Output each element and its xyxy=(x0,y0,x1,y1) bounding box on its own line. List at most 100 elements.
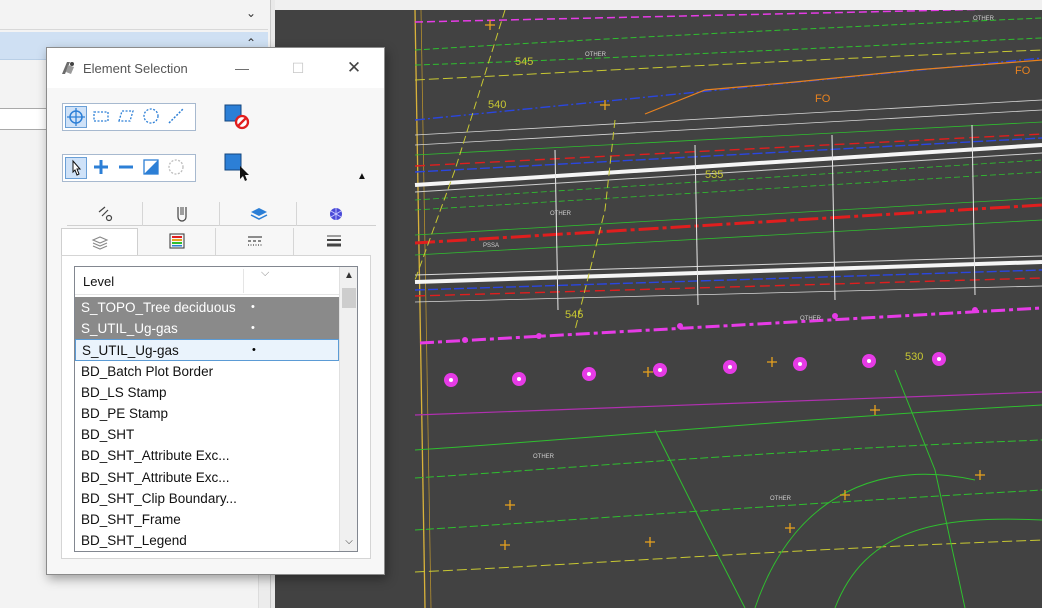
shape-method-button[interactable] xyxy=(115,106,137,128)
contour-label: 535 xyxy=(705,169,723,181)
gas-marker xyxy=(462,337,468,343)
tree-symbol-center xyxy=(449,378,453,382)
level-list-panel: Level ⌵ S_TOPO_Tree deciduous • S_UTIL_Ug-… xyxy=(61,255,371,559)
block-method-button[interactable] xyxy=(90,106,112,128)
clear-mode-button[interactable] xyxy=(165,157,187,179)
chevron-down-icon[interactable]: ⌄ xyxy=(246,6,256,20)
circle-method-button[interactable] xyxy=(140,106,162,128)
tab-line-style[interactable] xyxy=(217,228,294,255)
drawing-canvas[interactable]: 545 540 535 545 530 FO FO OTHER OTHER OT… xyxy=(275,10,1042,608)
list-rows: S_TOPO_Tree deciduous • S_UTIL_Ug-gas • S_UT… xyxy=(75,297,339,551)
element-selection-icon xyxy=(62,62,74,74)
list-item[interactable]: BD_SHT_Legend xyxy=(75,530,339,551)
list-item[interactable]: BD_Batch Plot Border xyxy=(75,361,339,382)
color-palette-icon xyxy=(169,233,185,249)
list-item[interactable]: S_UTIL_Ug-gas • xyxy=(75,339,339,361)
parcel-label: OTHER xyxy=(533,454,555,460)
tab-general[interactable] xyxy=(67,202,143,226)
list-item[interactable]: BD_PE Stamp xyxy=(75,403,339,424)
tab-symbology[interactable] xyxy=(221,202,297,226)
minimize-button[interactable]: — xyxy=(225,56,259,80)
level-column-header: Level xyxy=(83,274,115,289)
dialog-title-bar[interactable]: Element Selection — ☐ ✕ xyxy=(47,48,384,88)
scroll-thumb[interactable] xyxy=(342,288,356,308)
gas-marker xyxy=(536,333,542,339)
tree-symbol-center xyxy=(587,372,591,376)
road-edge xyxy=(414,152,1042,193)
parcel-label: OTHER xyxy=(800,316,822,322)
list-item[interactable]: S_UTIL_Ug-gas • xyxy=(75,318,339,340)
cell-icon xyxy=(176,207,187,222)
sort-chevron-icon[interactable]: ⌵ xyxy=(261,267,269,280)
tab-levels[interactable] xyxy=(61,228,138,255)
plus-icon xyxy=(94,160,108,174)
type-icon xyxy=(98,206,112,222)
gas-marker xyxy=(972,307,978,313)
invert-mode-button[interactable] xyxy=(140,157,162,179)
list-header[interactable]: Level ⌵ xyxy=(75,267,339,295)
collapse-arrow-icon[interactable]: ▲ xyxy=(357,171,367,182)
contour-label: 545 xyxy=(565,309,583,321)
individual-method-button[interactable] xyxy=(65,106,87,128)
left-panel-collapsed-section[interactable]: ⌄ xyxy=(0,0,268,30)
contour-line xyxy=(414,37,1042,66)
list-item[interactable]: BD_SHT xyxy=(75,424,339,445)
list-item[interactable]: BD_SHT_Clip Boundary... xyxy=(75,488,339,509)
road-edge xyxy=(414,143,1042,187)
list-item-indicator: • xyxy=(251,301,255,313)
list-scrollbar[interactable]: ▲ ⌵ xyxy=(339,267,357,551)
dialog-title: Element Selection xyxy=(83,61,188,76)
crosshair-icon xyxy=(67,108,85,126)
list-item-label: BD_SHT_Frame xyxy=(81,511,181,527)
tab-materials[interactable] xyxy=(298,202,374,226)
contour-label: 530 xyxy=(905,351,923,363)
tree-symbol-center xyxy=(728,365,732,369)
category-tabs xyxy=(67,202,376,226)
tab-properties[interactable] xyxy=(144,202,220,226)
clear-selection-button[interactable] xyxy=(223,103,250,130)
list-item[interactable]: BD_SHT_Frame xyxy=(75,509,339,530)
list-item[interactable]: BD_SHT_Attribute Exc... xyxy=(75,445,339,466)
contour-line xyxy=(654,429,746,608)
line-method-button[interactable] xyxy=(165,106,187,128)
edge-line xyxy=(414,99,1042,136)
magenta-line xyxy=(414,10,987,23)
parcel-label: OTHER xyxy=(770,496,792,502)
scroll-up-button[interactable]: ▲ xyxy=(340,267,357,285)
subtract-mode-button[interactable] xyxy=(115,157,137,179)
contour-line xyxy=(414,197,1042,236)
line-select-icon xyxy=(168,108,184,124)
list-item-label: BD_PE Stamp xyxy=(81,405,169,421)
tab-weight[interactable] xyxy=(295,228,372,255)
new-mode-button[interactable] xyxy=(65,157,87,179)
scroll-down-button[interactable]: ⌵ xyxy=(340,533,357,551)
contour-line xyxy=(754,473,976,608)
contour-label: 545 xyxy=(515,56,533,68)
dashed-circle-icon xyxy=(168,159,184,175)
edge-line xyxy=(414,109,1042,146)
list-item-label: BD_SHT_Attribute Exc... xyxy=(81,448,230,464)
tab-color[interactable] xyxy=(139,228,216,255)
tree-symbol-center xyxy=(658,368,662,372)
gas-marker xyxy=(677,323,683,329)
clear-selection-icon xyxy=(224,104,250,130)
parcel-label: OTHER xyxy=(585,52,607,58)
close-button[interactable]: ✕ xyxy=(337,56,371,80)
magenta-line xyxy=(414,391,1042,416)
design-view: 545 540 535 545 530 FO FO OTHER OTHER OT… xyxy=(414,10,1042,608)
list-item-label: BD_LS Stamp xyxy=(81,384,167,400)
fiber-optic-line xyxy=(644,59,1042,115)
attribute-tabs xyxy=(61,228,372,255)
maximize-button[interactable]: ☐ xyxy=(281,56,315,80)
list-item-indicator: • xyxy=(251,322,255,335)
list-item[interactable]: BD_SHT_Attribute Exc... xyxy=(75,467,339,488)
list-item-label: BD_SHT xyxy=(81,427,135,443)
select-all-button[interactable] xyxy=(223,152,249,181)
list-item[interactable]: S_TOPO_Tree deciduous • xyxy=(75,297,339,319)
list-item-label: S_UTIL_Ug-gas xyxy=(82,343,179,359)
contour-line xyxy=(894,369,966,608)
add-mode-button[interactable] xyxy=(90,157,112,179)
tree-symbol-center xyxy=(517,377,521,381)
list-item-label: S_UTIL_Ug-gas xyxy=(81,321,178,337)
list-item[interactable]: BD_LS Stamp xyxy=(75,382,339,403)
